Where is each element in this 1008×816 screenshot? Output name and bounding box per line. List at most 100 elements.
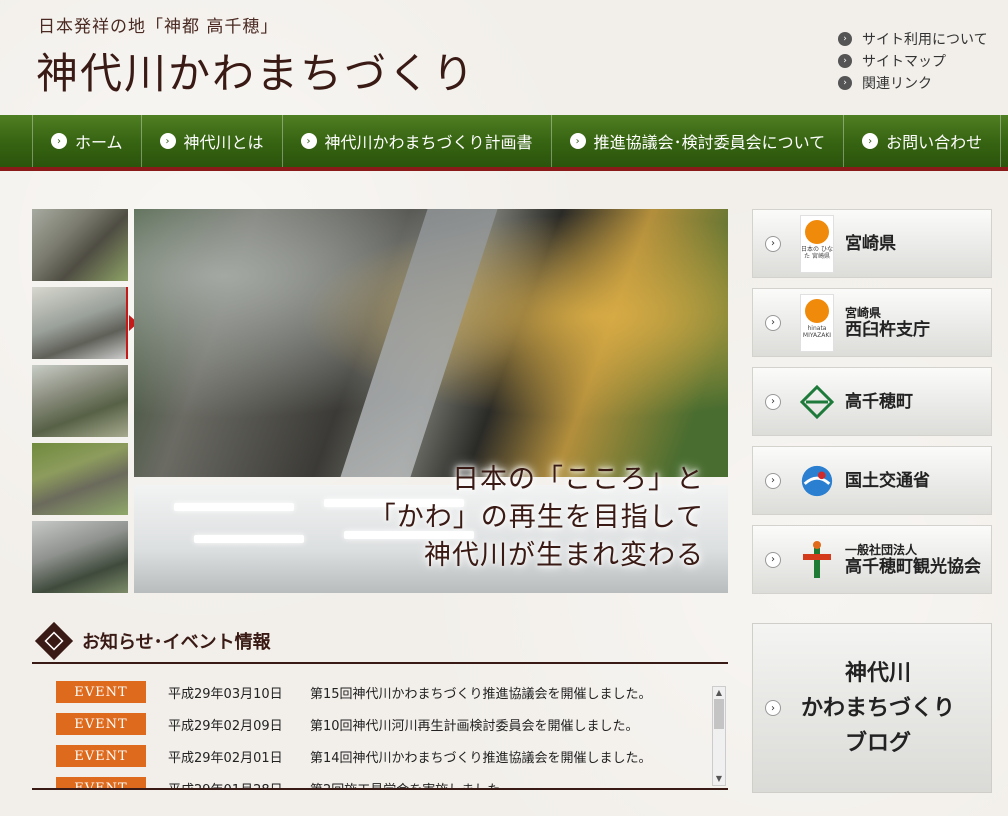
nav-item-council[interactable]: › 推進協議会･検討委員会について: [550, 115, 844, 167]
mlit-logo-svg: [801, 465, 833, 496]
sun-icon: [805, 219, 829, 244]
slide-thumbnail[interactable]: [32, 365, 128, 437]
news-link[interactable]: 第2回施工見学会を実施しました。: [310, 779, 513, 789]
util-link-sitemap[interactable]: › サイトマップ: [838, 50, 988, 72]
chevron-right-icon: ›: [159, 133, 176, 149]
slide-thumbnail-active[interactable]: [32, 287, 128, 359]
tourism-logo-icon: [799, 530, 835, 590]
util-link-site-usage[interactable]: › サイト利用について: [838, 28, 988, 50]
slide-thumbnail[interactable]: [32, 443, 128, 515]
scroll-down-icon[interactable]: ▼: [713, 773, 725, 785]
news-list: EVENT 平成29年03月10日 第15回神代川かわまちづくり推進協議会を開催…: [32, 676, 728, 790]
banner-tourism-association[interactable]: › 一般社団法人 高千穂町観光協会: [752, 525, 992, 594]
miyazaki-logo-box: 日本の ひなた 宮崎県: [800, 214, 834, 273]
util-link-label: サイトマップ: [862, 54, 946, 70]
hero-catchphrase: 日本の「こころ」と 「かわ」の再生を目指して 神代川が生まれ変わる: [369, 461, 704, 575]
slideshow-thumbnails: [32, 209, 130, 599]
nav-item-contact[interactable]: › お問い合わせ: [843, 115, 1002, 167]
chevron-right-icon: ›: [838, 76, 852, 90]
catch-line: 「かわ」の再生を目指して: [368, 502, 704, 533]
slide-thumbnail[interactable]: [32, 521, 128, 593]
hero-image-river-model: [134, 209, 728, 477]
nav-item-label: 推進協議会･検討委員会について: [593, 133, 826, 152]
banner-label-main: 高千穂町観光協会: [845, 556, 981, 577]
related-banners: › 日本の ひなた 宮崎県 宮崎県 › hinata MIYAZAKI 宮崎県 …: [752, 209, 992, 604]
news-date: 平成29年03月10日: [168, 686, 283, 702]
banner-nishiusuki[interactable]: › hinata MIYAZAKI 宮崎県 西臼杵支庁: [752, 288, 992, 357]
util-link-label: 関連リンク: [862, 76, 932, 92]
catch-line: 日本の「こころ」と: [452, 464, 704, 495]
hero-slideshow: 日本の「こころ」と 「かわ」の再生を目指して 神代川が生まれ変わる: [134, 209, 728, 593]
logo-text: hinata MIYAZAKI: [802, 324, 832, 339]
util-link-related[interactable]: › 関連リンク: [838, 72, 988, 94]
global-nav: › ホーム › 神代川とは › 神代川かわまちづくり計画書 › 推進協議会･検討委員会に…: [0, 115, 1008, 171]
banner-label-small: 一般社団法人: [845, 542, 918, 557]
tourism-logo-svg: [803, 540, 831, 578]
site-title[interactable]: 神代川かわまちづくり: [36, 40, 476, 101]
blog-line: ブログ: [844, 730, 911, 756]
event-badge: EVENT: [56, 745, 146, 767]
chevron-right-icon: ›: [765, 393, 781, 410]
town-emblem-svg: [800, 384, 834, 419]
news-item: EVENT 平成29年02月01日 第14回神代川かわまちづくり推進協議会を開催…: [32, 740, 728, 772]
blog-line: かわまちづくり: [800, 695, 955, 721]
news-item: EVENT 平成29年03月10日 第15回神代川かわまちづくり推進協議会を開催…: [32, 676, 728, 708]
mlit-logo-icon: [799, 451, 835, 511]
nav-item-about-river[interactable]: › 神代川とは: [140, 115, 282, 167]
chevron-right-icon: ›: [765, 551, 781, 568]
chevron-right-icon: ›: [765, 472, 781, 489]
event-badge: EVENT: [56, 681, 146, 703]
hinata-logo-box: hinata MIYAZAKI: [800, 293, 834, 352]
logo-text: 日本の ひなた 宮崎県: [801, 245, 833, 260]
slide-thumbnail[interactable]: [32, 209, 128, 281]
blog-banner[interactable]: › 神代川 かわまちづくり ブログ: [752, 623, 992, 793]
news-date: 平成29年02月01日: [168, 750, 283, 766]
chevron-right-icon: ›: [300, 133, 317, 149]
scroll-up-icon[interactable]: ▲: [713, 687, 725, 699]
event-badge: EVENT: [56, 713, 146, 735]
chevron-right-icon: ›: [765, 314, 781, 331]
banner-mlit[interactable]: › 国土交通省: [752, 446, 992, 515]
event-badge: EVENT: [56, 777, 146, 788]
banner-label: 宮崎県: [845, 233, 896, 254]
hinata-logo: hinata MIYAZAKI: [799, 293, 835, 353]
nav-item-label: ホーム: [75, 133, 123, 152]
banner-label: 一般社団法人 高千穂町観光協会: [845, 543, 981, 577]
blog-banner-text: 神代川 かわまちづくり ブログ: [781, 656, 991, 761]
chevron-right-icon: ›: [765, 700, 781, 716]
banner-label: 国土交通省: [845, 470, 930, 491]
takachiho-town-emblem-icon: [799, 372, 835, 432]
blog-line: 神代川: [844, 660, 911, 686]
sun-icon: [805, 298, 829, 323]
river-illustration: [340, 209, 498, 477]
ceiling-light: [174, 503, 294, 511]
chevron-right-icon: ›: [862, 133, 879, 149]
nav-item-label: お問い合わせ: [886, 133, 983, 152]
chevron-right-icon: ›: [838, 54, 852, 68]
chevron-right-icon: ›: [765, 235, 781, 252]
site-header: 日本発祥の地「神都 高千穂」 神代川かわまちづくり › サイト利用について › サイ…: [0, 0, 1008, 115]
news-item: EVENT 平成29年01月28日 第2回施工見学会を実施しました。: [32, 772, 728, 789]
miyazaki-logo: 日本の ひなた 宮崎県: [799, 214, 835, 274]
news-section-header: お知らせ･イベント情報: [32, 620, 728, 664]
news-section-title: お知らせ･イベント情報: [82, 632, 271, 653]
news-scrollbar[interactable]: ▲ ▼: [712, 686, 726, 786]
ceiling-light: [194, 535, 304, 543]
news-link[interactable]: 第10回神代川河川再生計画検討委員会を開催しました。: [310, 715, 639, 734]
nav-item-label: 神代川とは: [183, 133, 264, 152]
banner-label-main: 西臼杵支庁: [845, 319, 930, 340]
chevron-right-icon: ›: [51, 133, 67, 149]
nav-item-home[interactable]: › ホーム: [32, 115, 141, 167]
nav-item-label: 神代川かわまちづくり計画書: [324, 133, 533, 152]
banner-miyazaki-pref[interactable]: › 日本の ひなた 宮崎県 宮崎県: [752, 209, 992, 278]
util-link-label: サイト利用について: [862, 32, 988, 48]
news-link[interactable]: 第15回神代川かわまちづくり推進協議会を開催しました。: [310, 683, 652, 702]
news-link[interactable]: 第14回神代川かわまちづくり推進協議会を開催しました。: [310, 747, 652, 766]
utility-links: › サイト利用について › サイトマップ › 関連リンク: [838, 28, 988, 94]
news-date: 平成29年02月09日: [168, 718, 283, 734]
banner-takachiho-town[interactable]: › 高千穂町: [752, 367, 992, 436]
banner-label-small: 宮崎県: [845, 305, 882, 320]
catch-line: 神代川が生まれ変わる: [424, 540, 704, 571]
scrollbar-thumb[interactable]: [714, 699, 724, 729]
nav-item-plan[interactable]: › 神代川かわまちづくり計画書: [281, 115, 551, 167]
